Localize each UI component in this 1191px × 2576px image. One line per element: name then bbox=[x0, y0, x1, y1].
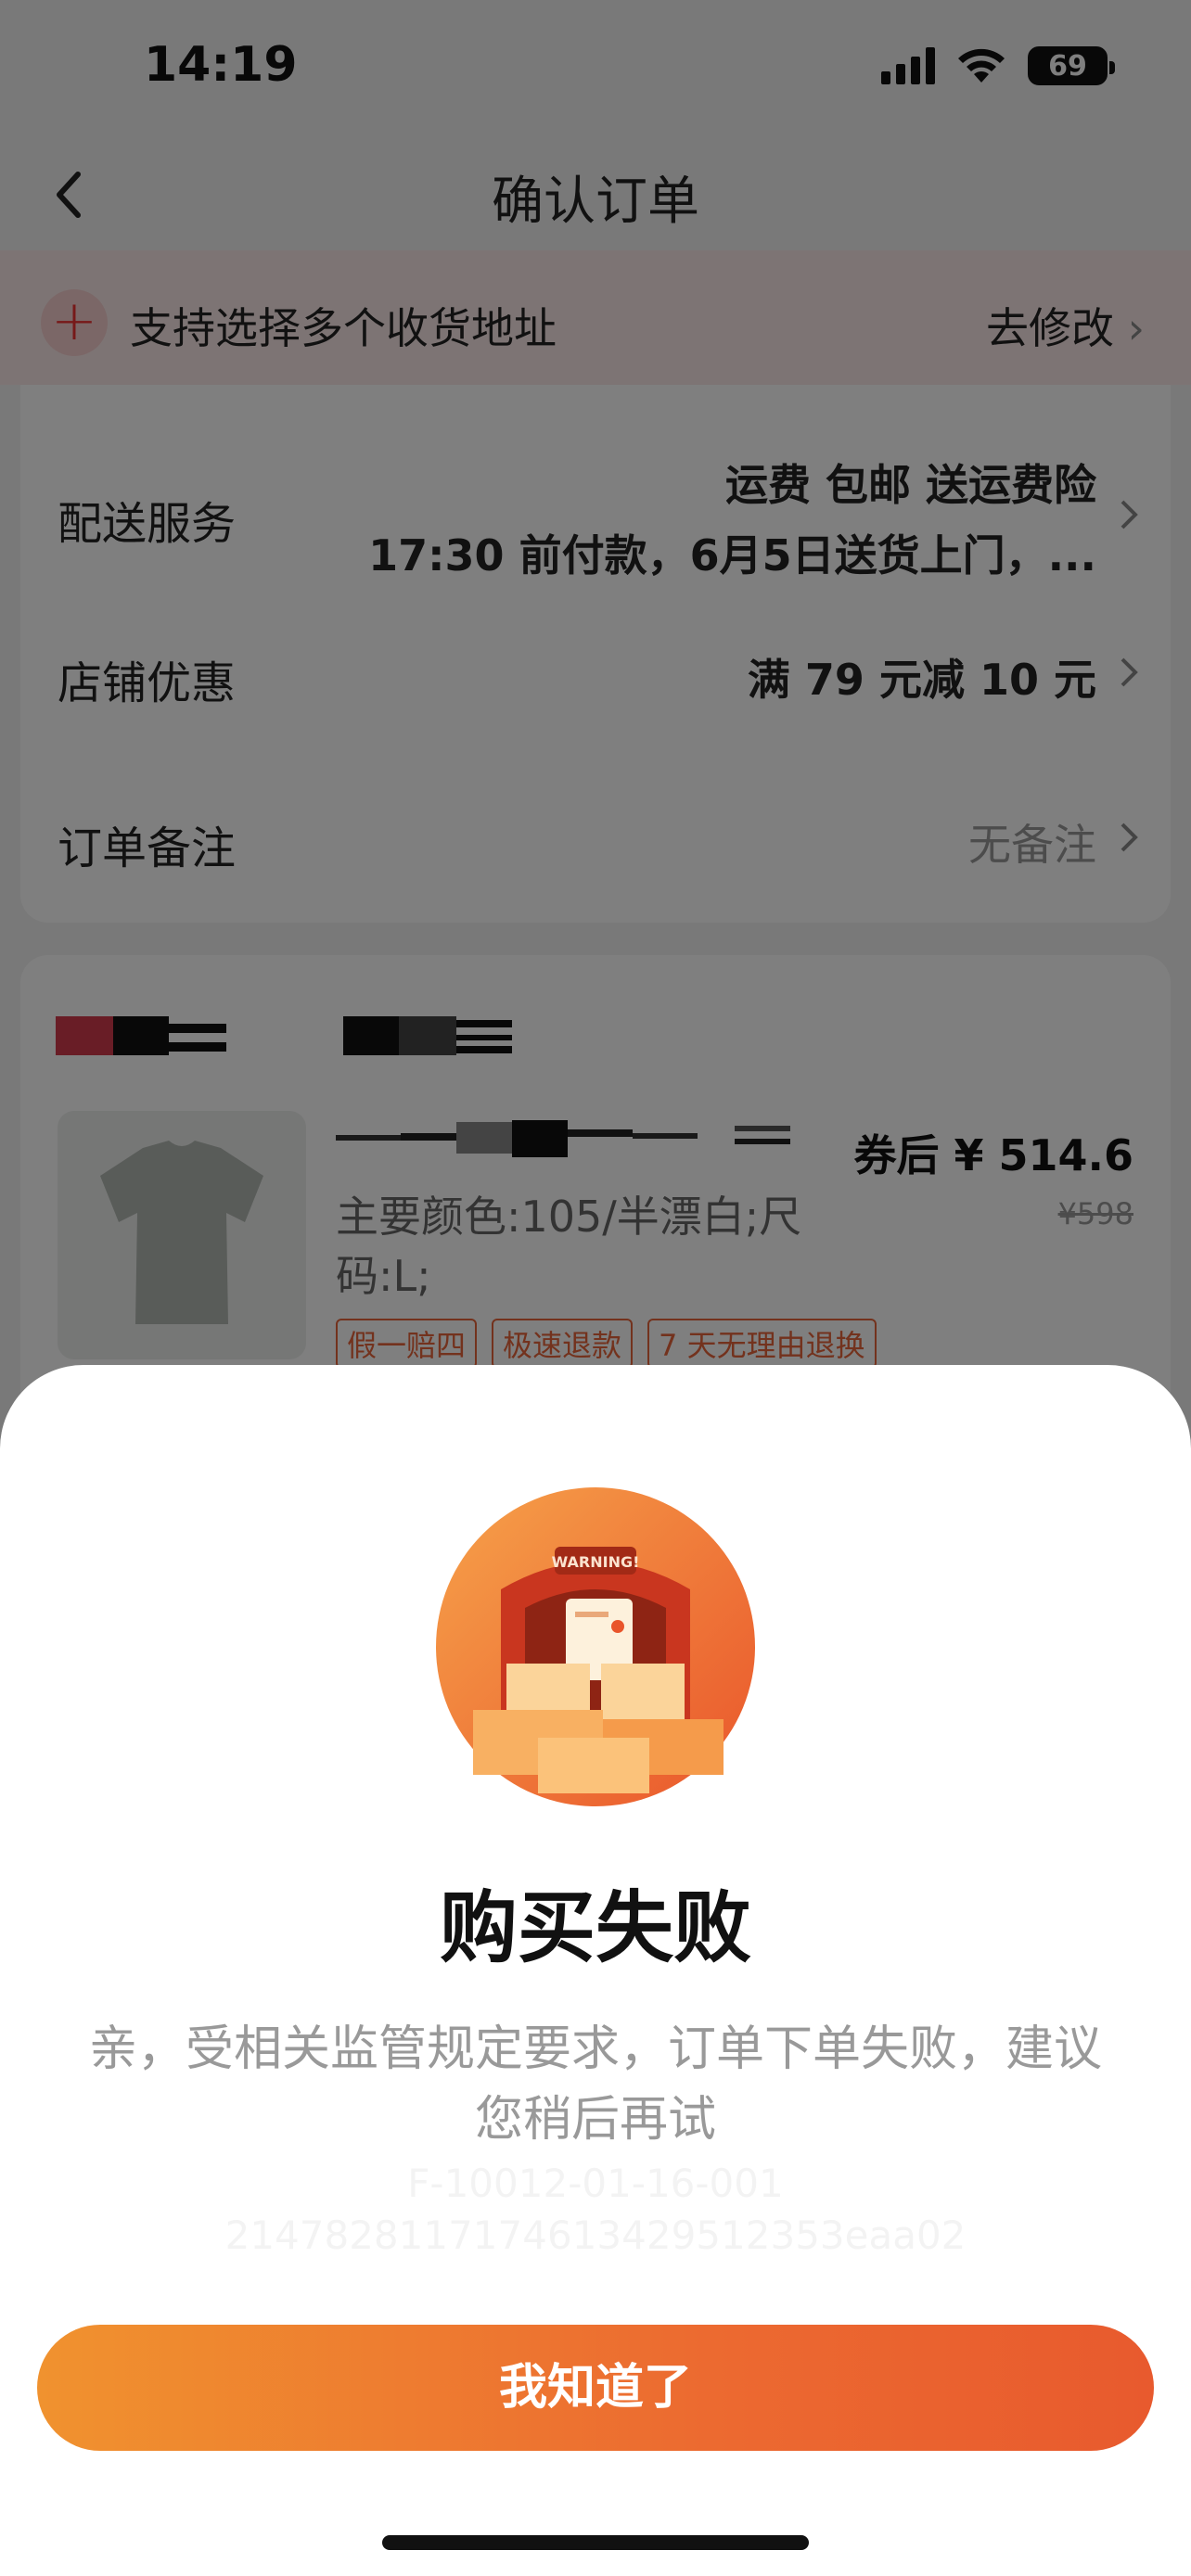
home-indicator[interactable] bbox=[382, 2535, 809, 2550]
error-code: F-10012-01-16-001 bbox=[407, 2161, 784, 2206]
trace-id: 2147828117174613429512353eaa02 bbox=[224, 2213, 967, 2258]
warning-truck-illustration: WARNING! bbox=[436, 1487, 755, 1806]
acknowledge-button[interactable]: 我知道了 bbox=[37, 2325, 1154, 2451]
dialog-title: 购买失败 bbox=[439, 1882, 751, 1973]
purchase-failed-sheet: WARNING! 购买失败 亲，受相关监管规定要求，订单下单失败，建议您稍后再试… bbox=[0, 1365, 1191, 2576]
illustration-label: WARNING! bbox=[552, 1553, 640, 1571]
dialog-message: 亲，受相关监管规定要求，订单下单失败，建议您稍后再试 bbox=[88, 2021, 1102, 2148]
